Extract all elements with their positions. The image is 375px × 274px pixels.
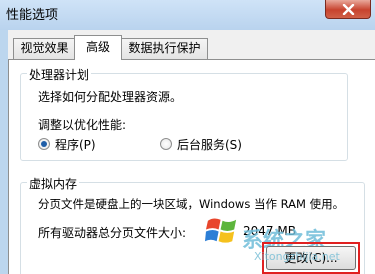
background-services-radio[interactable]: [160, 138, 172, 150]
tab-data-execution-prevention[interactable]: 数据执行保护: [121, 38, 208, 59]
performance-options-window: 性能选项 视觉效果 高级 数据执行保护 处理器计划 选择如何分配处理器资源。 调…: [0, 0, 375, 274]
virtual-memory-description: 分页文件是硬盘上的一块区域，Windows 当作 RAM 使用。: [38, 197, 345, 211]
tab-dep-label: 数据执行保护: [128, 41, 201, 55]
processor-scheduling-heading: 处理器计划: [27, 66, 92, 83]
adjust-performance-label: 调整以优化性能:: [38, 118, 127, 132]
background-services-radio-label[interactable]: 后台服务(S): [177, 136, 242, 153]
window-title: 性能选项: [6, 8, 59, 23]
close-icon: [342, 4, 355, 15]
programs-radio-label[interactable]: 程序(P): [55, 136, 96, 153]
tab-advanced[interactable]: 高级: [74, 35, 122, 60]
processor-description: 选择如何分配处理器资源。: [38, 90, 183, 104]
tab-visual-effects-label: 视觉效果: [20, 41, 69, 55]
close-button[interactable]: [325, 0, 371, 19]
tab-visual-effects[interactable]: 视觉效果: [13, 38, 76, 59]
title-bar[interactable]: 性能选项: [0, 0, 375, 30]
watermark-url: Xitongzhijia.net: [254, 250, 340, 263]
total-paging-size-label: 所有驱动器总分页文件大小:: [38, 226, 187, 240]
tab-advanced-label: 高级: [85, 40, 110, 54]
windows-logo-icon: [205, 218, 237, 243]
virtual-memory-heading: 虚拟内存: [27, 175, 80, 192]
programs-radio[interactable]: [38, 138, 50, 150]
